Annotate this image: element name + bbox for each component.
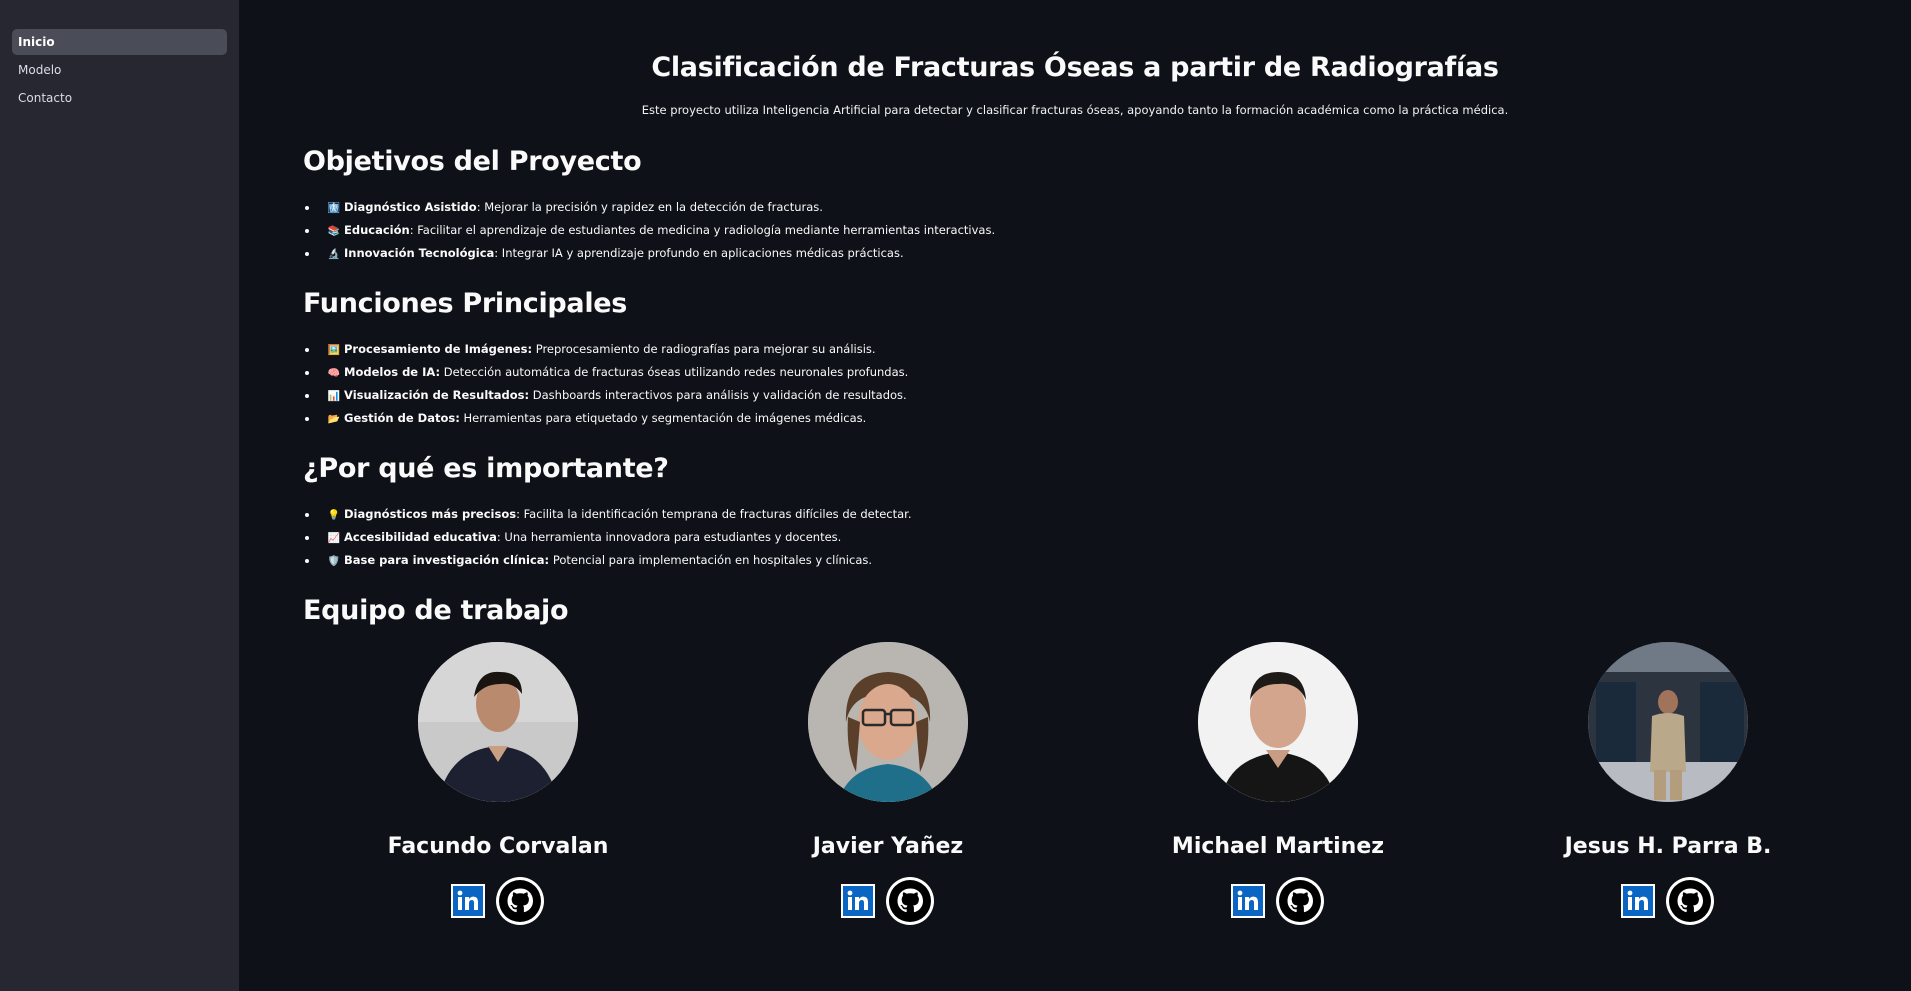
list-item: 📈 Accesibilidad educativa: Una herramient… [305, 526, 912, 549]
list-item-text: Herramientas para etiquetado y segmentac… [459, 411, 867, 425]
team-member-card: Javier Yañez [693, 642, 1083, 926]
avatar [1588, 642, 1748, 802]
member-name: Facundo Corvalan [387, 834, 609, 859]
bar-chart-icon: 📊 [327, 391, 341, 402]
list-item-bold: Innovación Tecnológica [344, 246, 495, 260]
linkedin-icon[interactable] [841, 884, 875, 918]
list-item-bold: Gestión de Datos: [344, 411, 460, 425]
list-item: 📚 Educación: Facilitar el aprendizaje de … [304, 219, 996, 242]
list-item-bold: Accesibilidad educativa [344, 530, 497, 544]
sidebar-item-modelo[interactable]: Modelo [12, 57, 227, 83]
social-links [1083, 876, 1473, 926]
social-links [303, 876, 693, 926]
list-item-bold: Diagnósticos más precisos [344, 507, 517, 521]
sidebar-item-inicio[interactable]: Inicio [12, 29, 227, 55]
avatar [418, 642, 578, 802]
lightbulb-icon: 💡 [327, 510, 341, 521]
list-item-text: : Facilita la identificación temprana de… [516, 507, 912, 521]
list-item-bold: Modelos de IA: [344, 365, 441, 379]
shield-icon: 🛡️ [327, 556, 341, 567]
linkedin-icon[interactable] [1231, 884, 1265, 918]
list-item-text: : Mejorar la precisión y rapidez en la d… [476, 200, 823, 214]
social-links [693, 876, 1083, 926]
section-heading-equipo: Equipo de trabajo [303, 595, 569, 626]
list-item: 🧠 Modelos de IA: Detección automática de … [304, 361, 909, 384]
member-name: Jesus H. Parra B. [1564, 834, 1772, 859]
app: Inicio Modelo Contacto Clasificación de … [0, 0, 1911, 991]
team-member-card: Michael Martinez [1083, 642, 1473, 926]
list-item: 📂 Gestión de Datos: Herramientas para eti… [304, 407, 908, 430]
list-item: 🔬 Innovación Tecnológica: Integrar IA y a… [304, 242, 995, 265]
folder-icon: 📂 [327, 414, 341, 425]
list-item-bold: Visualización de Resultados: [344, 388, 530, 402]
github-icon[interactable] [495, 876, 545, 926]
image-icon: 🖼️ [327, 345, 341, 356]
sidebar-item-contacto[interactable]: Contacto [12, 85, 227, 111]
list-item: 🖼️ Procesamiento de Imágenes: Preprocesam… [304, 338, 908, 361]
list-item-text: Preprocesamiento de radiografías para me… [532, 342, 876, 356]
avatar-photo [1198, 642, 1358, 802]
importancia-list: 💡 Diagnósticos más precisos: Facilita la … [303, 503, 912, 572]
trend-up-icon: 📈 [327, 533, 341, 544]
list-item-bold: Base para investigación clínica: [344, 553, 550, 567]
list-item: 🛡️ Base para investigación clínica: Poten… [305, 549, 912, 572]
avatar [808, 642, 968, 802]
team-member-card: Facundo Corvalan [303, 642, 693, 926]
avatar-photo [808, 642, 968, 802]
microscope-icon: 🔬 [327, 249, 341, 260]
books-icon: 📚 [327, 226, 341, 237]
team-grid: Facundo Corvalan Javier Yañez Michael Ma… [303, 642, 1863, 942]
list-item: 📊 Visualización de Resultados: Dashboards… [304, 384, 908, 407]
section-heading-objetivos: Objetivos del Proyecto [303, 146, 642, 177]
linkedin-icon[interactable] [1621, 884, 1655, 918]
objetivos-list: 🩻 Diagnóstico Asistido: Mejorar la precis… [303, 196, 995, 265]
list-item: 💡 Diagnósticos más precisos: Facilita la … [305, 503, 912, 526]
sidebar: Inicio Modelo Contacto [0, 0, 239, 991]
main-content: Clasificación de Fracturas Óseas a parti… [239, 0, 1911, 991]
team-member-card: Jesus H. Parra B. [1473, 642, 1863, 926]
brain-icon: 🧠 [327, 368, 341, 379]
list-item-text: : Facilitar el aprendizaje de estudiante… [409, 223, 996, 237]
section-heading-funciones: Funciones Principales [303, 288, 628, 319]
member-name: Javier Yañez [812, 834, 964, 859]
member-name: Michael Martinez [1171, 834, 1385, 859]
avatar [1198, 642, 1358, 802]
list-item-text: Dashboards interactivos para análisis y … [529, 388, 907, 402]
github-icon[interactable] [885, 876, 935, 926]
page-title: Clasificación de Fracturas Óseas a parti… [651, 52, 1499, 83]
list-item-bold: Diagnóstico Asistido [344, 200, 477, 214]
list-item-text: Potencial para implementación en hospita… [549, 553, 873, 567]
intro-text: Este proyecto utiliza Inteligencia Artif… [641, 103, 1509, 117]
github-icon[interactable] [1665, 876, 1715, 926]
list-item-text: : Integrar IA y aprendizaje profundo en … [494, 246, 904, 260]
sidebar-nav: Inicio Modelo Contacto [0, 29, 239, 111]
xray-icon: 🩻 [327, 203, 341, 214]
list-item-text: Detección automática de fracturas óseas … [440, 365, 909, 379]
section-heading-importancia: ¿Por qué es importante? [303, 453, 669, 484]
linkedin-icon[interactable] [451, 884, 485, 918]
funciones-list: 🖼️ Procesamiento de Imágenes: Preprocesam… [303, 338, 908, 430]
list-item: 🩻 Diagnóstico Asistido: Mejorar la precis… [304, 196, 995, 219]
social-links [1473, 876, 1863, 926]
github-icon[interactable] [1275, 876, 1325, 926]
list-item-bold: Educación [344, 223, 410, 237]
avatar-photo [1588, 642, 1748, 802]
list-item-text: : Una herramienta innovadora para estudi… [496, 530, 842, 544]
list-item-bold: Procesamiento de Imágenes: [344, 342, 533, 356]
avatar-photo [418, 642, 578, 802]
